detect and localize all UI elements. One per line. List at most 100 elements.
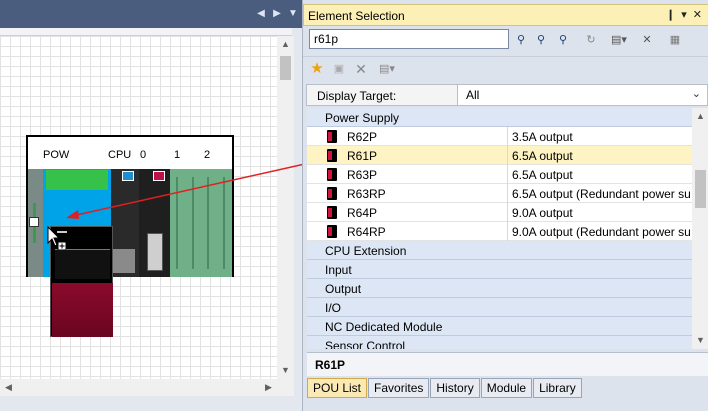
- system-configuration-editor: ◀ ▶ ▼ ▲ ▼ ◀ ▶ POW CPU 0 1 2: [0, 0, 302, 411]
- slot-label-0: 0: [140, 149, 147, 161]
- find-all-icon[interactable]: ⚲: [553, 31, 573, 49]
- base-left-end: [28, 169, 43, 277]
- scroll-down-icon[interactable]: ▼: [692, 332, 708, 349]
- editor-vertical-scrollbar[interactable]: ▲ ▼: [277, 36, 294, 379]
- editor-horizontal-scrollbar[interactable]: ◀ ▶: [0, 379, 277, 396]
- category-input[interactable]: Input: [307, 260, 692, 279]
- display-options-icon[interactable]: ▤▾: [609, 31, 629, 49]
- category-cpu-extension[interactable]: CPU Extension: [307, 241, 692, 260]
- list-item-r64rp[interactable]: R64RP 9.0A output (Redundant power su: [307, 222, 692, 241]
- item-name: R61P: [347, 149, 378, 163]
- filter-clear-icon[interactable]: ✕: [637, 31, 657, 49]
- cpu-led: [122, 171, 134, 181]
- close-icon[interactable]: ✕: [693, 8, 702, 21]
- view-options-icon[interactable]: ▤▾: [377, 60, 397, 78]
- delete-icon[interactable]: ✕: [351, 60, 371, 78]
- slot-label-pow: POW: [43, 149, 70, 161]
- editor-header-strip: [0, 28, 292, 36]
- item-description: 6.5A output (Redundant power su: [512, 187, 691, 201]
- item-description: 9.0A output (Redundant power su: [512, 225, 691, 239]
- category-power-supply[interactable]: Power Supply: [307, 108, 692, 127]
- display-target-select[interactable]: All ⌄: [457, 85, 707, 105]
- module-face: [55, 249, 110, 279]
- list-item-r61p-selected[interactable]: R61P 6.5A output: [307, 146, 692, 165]
- list-item-r63rp[interactable]: R63RP 6.5A output (Redundant power su: [307, 184, 692, 203]
- category-label: Output: [325, 282, 362, 296]
- panel-menu-icon[interactable]: ▾: [681, 8, 687, 21]
- element-selection-panel: Element Selection ❙ ▾ ✕ ⚲ ⚲ ⚲ ↻ ▤▾ ✕ ▦ ★…: [302, 0, 708, 411]
- drag-cursor-icon: [47, 226, 66, 250]
- item-description-cell: 3.5A output: [507, 127, 692, 146]
- category-io[interactable]: I/O: [307, 298, 692, 317]
- item-name: R63RP: [347, 187, 386, 201]
- category-output[interactable]: Output: [307, 279, 692, 298]
- list-item-r64p[interactable]: R64P 9.0A output: [307, 203, 692, 222]
- category-label: Power Supply: [325, 111, 400, 125]
- scroll-right-icon[interactable]: ▶: [272, 8, 282, 20]
- scroll-left-icon[interactable]: ◀: [256, 8, 266, 20]
- search-input[interactable]: [309, 29, 509, 49]
- category-label: Input: [325, 263, 352, 277]
- find-next-icon[interactable]: ⚲: [511, 31, 531, 49]
- category-label: CPU Extension: [325, 244, 407, 258]
- item-name: R64P: [347, 206, 378, 220]
- panel-title-buttons: ❙ ▾ ✕: [666, 8, 702, 21]
- scroll-up-icon[interactable]: ▲: [277, 36, 294, 53]
- item-description-cell: 9.0A output: [507, 203, 692, 222]
- slot-rail: [176, 177, 178, 269]
- power-module-icon: [327, 149, 337, 162]
- connector-port: [29, 217, 39, 227]
- add-favorite-star-icon[interactable]: ★: [307, 60, 327, 78]
- cpu-module[interactable]: [111, 169, 139, 277]
- display-target-label: Display Target:: [317, 89, 397, 103]
- list-item-r62p[interactable]: R62P 3.5A output: [307, 127, 692, 146]
- tab-history[interactable]: History: [430, 378, 480, 398]
- list-vertical-scrollbar[interactable]: ▲ ▼: [692, 108, 708, 349]
- settings-icon[interactable]: ▦: [665, 31, 685, 49]
- tab-pou-list[interactable]: POU List: [307, 378, 368, 398]
- scroll-up-icon[interactable]: ▲: [692, 108, 708, 125]
- io-module-slot-0[interactable]: [139, 169, 170, 277]
- slot-rail: [192, 177, 194, 269]
- cpu-port: [113, 249, 135, 273]
- scroll-down-icon[interactable]: ▼: [277, 362, 294, 379]
- editor-bottom-strip: [0, 396, 302, 411]
- panel-title: Element Selection: [308, 9, 405, 23]
- empty-slot-2[interactable]: [201, 169, 232, 277]
- new-folder-icon[interactable]: ▣: [329, 60, 349, 78]
- scroll-thumb[interactable]: [695, 170, 706, 208]
- tab-favorites[interactable]: Favorites: [368, 378, 430, 398]
- tab-library[interactable]: Library: [533, 378, 582, 398]
- module-led: [153, 171, 165, 181]
- category-label: Sensor Control: [325, 339, 406, 349]
- scroll-thumb[interactable]: [280, 56, 291, 80]
- tab-module[interactable]: Module: [480, 378, 533, 398]
- item-description-cell: 6.5A output (Redundant power su: [507, 184, 692, 203]
- tab-list-dropdown-icon[interactable]: ▼: [288, 8, 298, 20]
- slot-rail: [207, 177, 209, 269]
- category-nc-dedicated-module[interactable]: NC Dedicated Module: [307, 317, 692, 336]
- scroll-left-icon[interactable]: ◀: [0, 379, 17, 396]
- slot-rail: [223, 177, 225, 269]
- item-name: R64RP: [347, 225, 386, 239]
- item-description-cell: 6.5A output: [507, 146, 692, 165]
- category-label: NC Dedicated Module: [325, 320, 443, 334]
- pin-icon[interactable]: ❙: [666, 8, 675, 21]
- power-module-icon: [327, 168, 337, 181]
- empty-slot-1[interactable]: [170, 169, 201, 277]
- category-sensor-control[interactable]: Sensor Control: [307, 336, 692, 349]
- item-description: 9.0A output: [512, 206, 573, 220]
- power-module-icon: [327, 206, 337, 219]
- history-icon[interactable]: ↻: [581, 31, 601, 49]
- find-previous-icon[interactable]: ⚲: [531, 31, 551, 49]
- scroll-right-icon[interactable]: ▶: [260, 379, 277, 396]
- power-module-icon: [327, 187, 337, 200]
- display-target-value: All: [466, 88, 480, 102]
- power-module-icon: [327, 225, 337, 238]
- slot-labels: POW CPU 0 1 2: [28, 137, 232, 165]
- selected-element-name: R61P: [315, 358, 346, 372]
- item-name: R63P: [347, 168, 378, 182]
- drop-highlight: [46, 170, 108, 190]
- list-item-r63p[interactable]: R63P 6.5A output: [307, 165, 692, 184]
- item-description: 6.5A output: [512, 149, 573, 163]
